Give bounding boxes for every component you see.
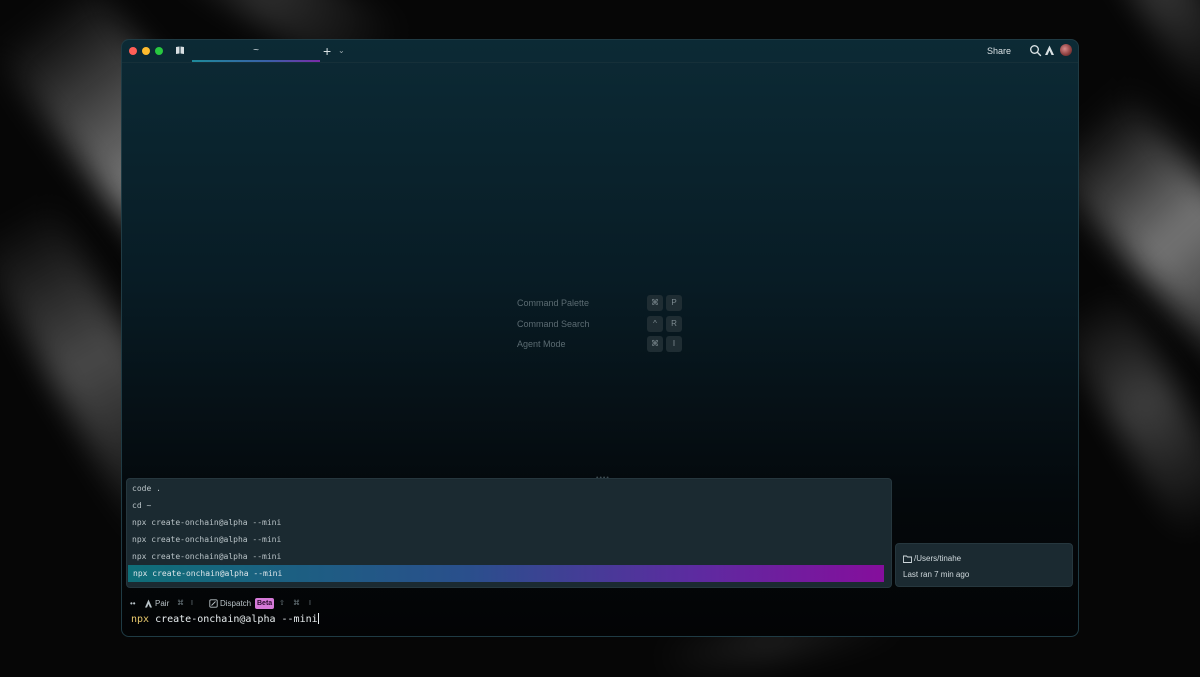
history-item[interactable]: npx create-onchain@alpha --mini <box>127 548 891 565</box>
history-item[interactable]: npx create-onchain@alpha --mini <box>127 514 891 531</box>
title-bar: ~ + ⌄ Share <box>122 40 1078 63</box>
key-cap: ⌘ <box>647 295 663 311</box>
shortcut-command-palette[interactable]: Command Palette ⌘ P <box>517 295 687 315</box>
chevron-down-icon[interactable]: ⌄ <box>338 44 345 58</box>
tab-home[interactable]: ~ <box>192 40 320 62</box>
more-icon[interactable]: •• <box>130 598 136 610</box>
search-icon[interactable] <box>1029 44 1042 57</box>
shortcut-label: Command Search <box>517 318 590 329</box>
shortcut-hints: Command Palette ⌘ P Command Search ^ R A… <box>517 295 687 357</box>
history-detail-card: /Users/tinahe Last ran 7 min ago <box>895 543 1073 587</box>
shortcut-label: Command Palette <box>517 298 590 308</box>
new-tab-plus-icon[interactable]: + <box>323 42 331 60</box>
key-cap: I <box>191 600 193 607</box>
command-name: npx <box>131 614 150 625</box>
book-icon[interactable] <box>175 45 185 55</box>
dispatch-icon <box>209 599 218 608</box>
key-cap: I <box>309 600 311 607</box>
shortcut-agent-mode[interactable]: Agent Mode ⌘ I <box>517 336 687 356</box>
avatar[interactable] <box>1060 44 1072 56</box>
folder-icon <box>903 555 912 563</box>
beta-badge: Beta <box>255 598 275 609</box>
history-item[interactable]: cd ~ <box>127 497 891 514</box>
maximize-window-button[interactable] <box>155 47 163 55</box>
key-cap: ⌘ <box>293 600 300 607</box>
history-item[interactable]: npx create-onchain@alpha --mini <box>127 531 891 548</box>
command-input[interactable]: npx create-onchain@alpha --mini <box>131 613 319 627</box>
key-cap: ⌘ <box>647 336 663 352</box>
close-window-button[interactable] <box>129 47 137 55</box>
dispatch-button[interactable]: Dispatch <box>220 598 251 610</box>
key-cap: ⇧ <box>279 600 285 607</box>
command-args: create-onchain@alpha --mini <box>149 614 318 625</box>
shortcut-label: Agent Mode <box>517 339 566 349</box>
command-history-list: code . cd ~ npx create-onchain@alpha --m… <box>126 478 892 588</box>
pair-button[interactable]: Pair <box>155 598 169 610</box>
shortcut-command-search[interactable]: Command Search ^ R <box>517 315 687 336</box>
minimize-window-button[interactable] <box>142 47 150 55</box>
input-toolbar: •• Pair ⌘ I Dispatch Beta ⇧ ⌘ I <box>130 598 430 610</box>
tab-active-indicator <box>192 60 320 62</box>
key-cap: ^ <box>647 315 663 332</box>
history-item[interactable]: code . <box>127 480 891 497</box>
terminal-window: ~ + ⌄ Share Command Palette ⌘ P Command … <box>121 39 1079 637</box>
key-cap: R <box>666 315 682 332</box>
directory-path: /Users/tinahe <box>914 554 962 563</box>
tab-title: ~ <box>253 45 259 56</box>
key-cap: I <box>666 336 682 352</box>
key-cap: P <box>666 295 682 311</box>
agent-icon <box>145 599 152 608</box>
key-cap: ⌘ <box>177 600 184 607</box>
last-ran-text: Last ran 7 min ago <box>903 570 970 579</box>
share-button[interactable]: Share <box>987 44 1011 58</box>
history-item-selected[interactable]: npx create-onchain@alpha --mini <box>128 565 884 582</box>
agent-icon[interactable] <box>1043 44 1056 57</box>
text-cursor <box>317 613 319 624</box>
